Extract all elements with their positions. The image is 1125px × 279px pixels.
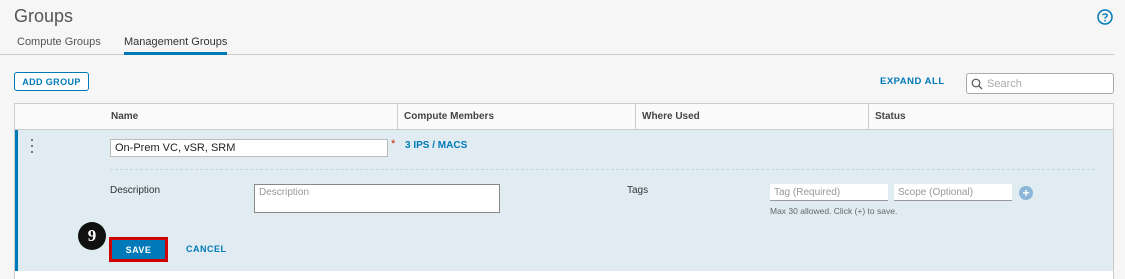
column-header-where-used[interactable]: Where Used: [635, 104, 868, 130]
tab-bar: Compute Groups Management Groups: [0, 36, 1114, 55]
grid-header: Name Compute Members Where Used Status: [15, 104, 1113, 130]
expand-all-button[interactable]: EXPAND ALL: [880, 76, 945, 87]
tag-input[interactable]: [770, 184, 888, 201]
search-icon: [971, 78, 983, 90]
tab-management-groups[interactable]: Management Groups: [124, 36, 228, 55]
groups-grid: Name Compute Members Where Used Status *…: [14, 103, 1114, 279]
row-divider: [110, 169, 1095, 170]
column-header-compute-members[interactable]: Compute Members: [397, 104, 635, 130]
search-box: [966, 73, 1114, 94]
description-input[interactable]: [254, 184, 500, 213]
add-tag-plus-icon[interactable]: +: [1019, 186, 1033, 200]
step-number-badge: 9: [78, 222, 106, 250]
required-indicator: *: [391, 138, 396, 150]
help-circle-icon[interactable]: [1097, 9, 1113, 25]
tab-compute-groups[interactable]: Compute Groups: [17, 36, 101, 55]
row-actions-menu-icon[interactable]: [29, 139, 35, 153]
tags-label: Tags: [627, 185, 649, 196]
scope-input[interactable]: [894, 184, 1012, 201]
cancel-button[interactable]: CANCEL: [186, 244, 227, 254]
compute-members-link[interactable]: 3 IPS / MACS: [405, 140, 467, 151]
table-row: * 3 IPS / MACS Description Tags + Max 30…: [15, 130, 1113, 271]
search-input[interactable]: [987, 76, 1111, 91]
group-name-input[interactable]: [110, 139, 388, 157]
add-group-button[interactable]: ADD GROUP: [14, 72, 89, 91]
page-title: Groups: [14, 6, 74, 26]
description-label: Description: [110, 185, 161, 196]
column-header-status[interactable]: Status: [868, 104, 1113, 130]
column-header-name[interactable]: Name: [105, 104, 138, 130]
tags-hint: Max 30 allowed. Click (+) to save.: [770, 206, 898, 216]
save-button[interactable]: SAVE: [109, 237, 168, 262]
